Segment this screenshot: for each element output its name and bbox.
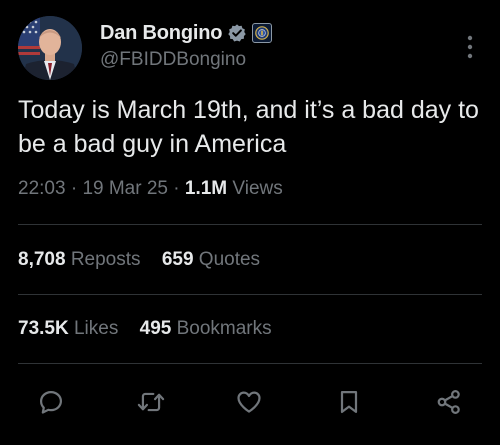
- more-options-icon[interactable]: [458, 32, 482, 62]
- views-label: Views: [232, 178, 283, 199]
- reposts-stat[interactable]: 8,708 Reposts: [18, 249, 141, 271]
- tweet-metadata: 22:03 · 19 Mar 25 · 1.1M Views: [18, 178, 283, 200]
- likes-count: 73.5K: [18, 318, 69, 339]
- avatar[interactable]: [18, 16, 82, 80]
- meta-separator: ·: [173, 178, 180, 199]
- bookmark-icon: [340, 390, 358, 414]
- repost-icon: [137, 392, 165, 412]
- tweet-time[interactable]: 22:03: [18, 178, 66, 199]
- author-display-name[interactable]: Dan Bongino: [100, 22, 222, 45]
- author-info: Dan Bongino @FBIDDBongino: [100, 20, 273, 71]
- tweet-header: Dan Bongino @FBIDDBongino: [18, 16, 484, 80]
- divider: [18, 224, 482, 225]
- divider: [18, 363, 482, 364]
- fbi-seal-graphic: [255, 26, 270, 40]
- author-handle[interactable]: @FBIDDBongino: [100, 49, 272, 71]
- likes-label: Likes: [73, 318, 119, 339]
- repost-quote-stats: 8,708 Reposts 659 Quotes: [18, 249, 260, 271]
- verified-badge-icon[interactable]: [227, 23, 247, 43]
- reply-button[interactable]: [31, 380, 71, 424]
- like-bookmark-stats: 73.5K Likes 495 Bookmarks: [18, 318, 272, 340]
- reply-icon: [39, 390, 63, 414]
- more-options-graphic: [467, 35, 473, 59]
- reposts-count: 8,708: [18, 249, 66, 270]
- share-button[interactable]: [429, 380, 469, 424]
- bookmarks-label: Bookmarks: [176, 318, 272, 339]
- bookmark-button[interactable]: [329, 380, 369, 424]
- fbi-seal-icon[interactable]: [252, 23, 273, 43]
- bookmarks-stat[interactable]: 495 Bookmarks: [140, 318, 272, 340]
- quotes-count: 659: [161, 249, 194, 270]
- meta-separator: ·: [70, 178, 78, 199]
- tweet-action-bar: [0, 380, 500, 424]
- tweet-text: Today is March 19th, and it’s a bad day …: [18, 96, 479, 158]
- bookmarks-count: 495: [139, 318, 172, 339]
- views-count: 1.1M: [184, 178, 228, 199]
- quotes-label: Quotes: [198, 249, 261, 270]
- reposts-label: Reposts: [70, 249, 141, 270]
- quotes-stat[interactable]: 659 Quotes: [162, 249, 260, 271]
- avatar-image: [18, 16, 82, 80]
- repost-button[interactable]: [131, 380, 171, 424]
- share-icon: [437, 390, 460, 414]
- tweet-date[interactable]: 19 Mar 25: [82, 178, 168, 199]
- divider: [18, 294, 482, 295]
- like-button[interactable]: [229, 380, 269, 424]
- likes-stat[interactable]: 73.5K Likes: [18, 318, 118, 340]
- like-icon: [237, 391, 261, 413]
